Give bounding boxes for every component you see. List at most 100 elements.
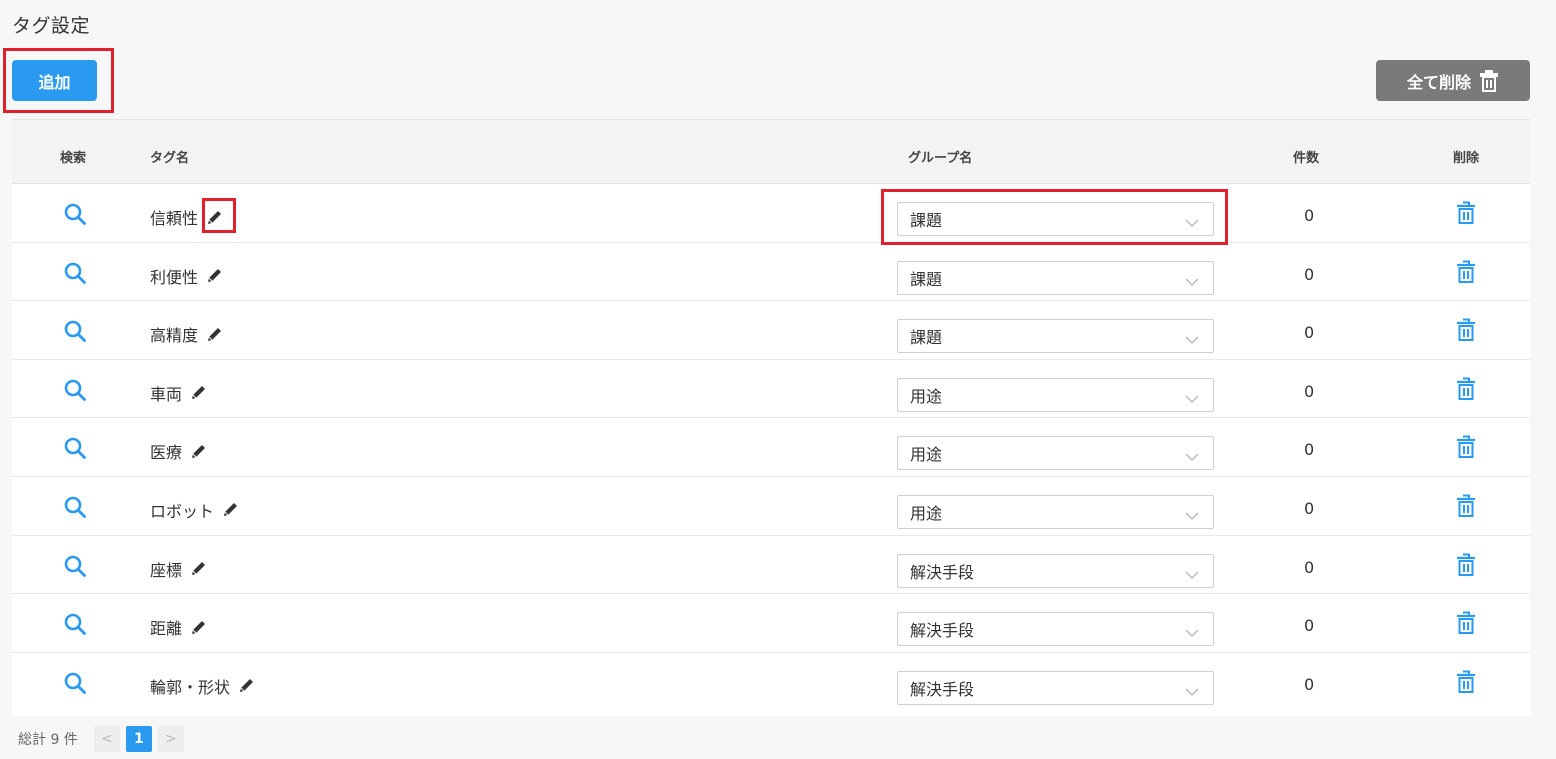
search-icon[interactable] bbox=[63, 202, 87, 226]
tag-count: 0 bbox=[1304, 674, 1315, 694]
table-row: 輪郭・形状 解決手段 0 bbox=[12, 653, 1530, 712]
pencil-icon[interactable] bbox=[190, 384, 207, 401]
search-icon[interactable] bbox=[63, 495, 87, 519]
search-icon[interactable] bbox=[63, 554, 87, 578]
trash-icon[interactable] bbox=[1456, 260, 1476, 284]
group-select-value: 課題 bbox=[910, 328, 943, 348]
tag-name: ロボット bbox=[150, 501, 215, 521]
tag-name-cell: 輪郭・形状 bbox=[150, 674, 255, 698]
search-icon[interactable] bbox=[63, 319, 87, 343]
pencil-icon[interactable] bbox=[190, 560, 207, 577]
next-page-button[interactable]: > bbox=[157, 726, 184, 752]
tag-name: 高精度 bbox=[150, 326, 199, 346]
chevron-down-icon bbox=[1185, 389, 1199, 403]
tag-name-cell: 車両 bbox=[150, 381, 207, 405]
table-body: 信頼性 課題 0 利便性 課題 0 高精度 課題 0 車両 用途 0 医療 用途 0 ロボット 用途 0 座標 解決手… bbox=[12, 184, 1530, 711]
tag-count: 0 bbox=[1304, 440, 1315, 460]
tag-name-cell: 利便性 bbox=[150, 264, 223, 288]
trash-icon[interactable] bbox=[1456, 201, 1476, 225]
group-select[interactable]: 課題 bbox=[897, 260, 1214, 295]
pencil-icon[interactable] bbox=[206, 267, 223, 284]
header-group-name: グループ名 bbox=[908, 151, 973, 166]
table-row: ロボット 用途 0 bbox=[12, 477, 1530, 536]
tag-name: 座標 bbox=[150, 560, 183, 580]
pencil-icon[interactable] bbox=[238, 677, 255, 694]
tag-name: 信頼性 bbox=[150, 209, 199, 228]
group-select-value: 解決手段 bbox=[910, 621, 975, 641]
table-header: 検索 タグ名 グループ名 件数 削除 bbox=[12, 120, 1530, 184]
tag-name-cell: ロボット bbox=[150, 498, 239, 522]
group-select-value: 課題 bbox=[910, 269, 943, 289]
group-select[interactable]: 解決手段 bbox=[897, 612, 1214, 647]
search-icon[interactable] bbox=[63, 612, 87, 636]
trash-icon[interactable] bbox=[1456, 553, 1476, 577]
chevron-down-icon bbox=[1185, 447, 1199, 462]
tag-name: 利便性 bbox=[150, 267, 199, 287]
header-tag-name: タグ名 bbox=[150, 151, 190, 166]
header-search: 検索 bbox=[60, 151, 87, 166]
chevron-down-icon bbox=[1185, 330, 1199, 345]
group-select-value: 用途 bbox=[910, 386, 943, 406]
table-row: 距離 解決手段 0 bbox=[12, 594, 1530, 653]
search-icon[interactable] bbox=[63, 261, 87, 285]
chevron-down-icon bbox=[1185, 565, 1199, 579]
group-select-value: 用途 bbox=[910, 445, 943, 465]
prev-page-button[interactable]: < bbox=[93, 726, 120, 752]
trash-icon[interactable] bbox=[1456, 435, 1476, 459]
search-icon[interactable] bbox=[63, 378, 87, 402]
footer-pagination: 総計 9 件 < 1 > bbox=[18, 726, 184, 752]
table-row: 高精度 課題 0 bbox=[12, 301, 1530, 360]
search-icon[interactable] bbox=[63, 436, 87, 460]
search-icon[interactable] bbox=[63, 671, 87, 695]
group-select[interactable]: 用途 bbox=[897, 494, 1214, 529]
edit-icon-highlight bbox=[202, 198, 236, 233]
table-row: 座標 解決手段 0 bbox=[12, 536, 1530, 595]
tag-count: 0 bbox=[1304, 206, 1315, 225]
chevron-down-icon bbox=[1185, 682, 1199, 696]
add-button[interactable]: 追加 bbox=[12, 60, 97, 101]
chevron-down-icon bbox=[1185, 506, 1199, 521]
tag-table: 検索 タグ名 グループ名 件数 削除 信頼性 課題 0 利便性 課題 0 高精度 課題 0 車両用… bbox=[12, 119, 1530, 716]
group-select[interactable]: 解決手段 bbox=[897, 670, 1214, 705]
table-row: 信頼性 課題 0 bbox=[12, 184, 1530, 243]
tag-count: 0 bbox=[1304, 381, 1315, 401]
tag-count: 0 bbox=[1304, 264, 1315, 284]
pencil-icon[interactable] bbox=[222, 501, 239, 518]
group-select[interactable]: 解決手段 bbox=[897, 553, 1214, 588]
total-count: 総計 9 件 bbox=[18, 732, 78, 748]
trash-icon[interactable] bbox=[1456, 494, 1476, 518]
pencil-icon[interactable] bbox=[190, 443, 207, 460]
group-select-value: 用途 bbox=[910, 503, 943, 523]
tag-name: 車両 bbox=[150, 384, 183, 404]
tag-count: 0 bbox=[1304, 557, 1315, 577]
pencil-icon[interactable] bbox=[206, 326, 223, 343]
trash-icon bbox=[1480, 69, 1498, 92]
table-row: 車両 用途 0 bbox=[12, 360, 1530, 419]
chevron-down-icon bbox=[1185, 272, 1199, 286]
group-select-highlight bbox=[881, 189, 1228, 245]
trash-icon[interactable] bbox=[1456, 377, 1476, 401]
trash-icon[interactable] bbox=[1456, 670, 1476, 694]
tag-name-cell: 高精度 bbox=[150, 322, 223, 346]
delete-all-label: 全て削除 bbox=[1406, 72, 1471, 92]
tag-name: 輪郭・形状 bbox=[150, 677, 231, 697]
table-row: 医療 用途 0 bbox=[12, 418, 1530, 477]
tag-name-cell: 医療 bbox=[150, 439, 207, 463]
trash-icon[interactable] bbox=[1456, 611, 1476, 635]
table-row: 利便性 課題 0 bbox=[12, 243, 1530, 302]
group-select[interactable]: 用途 bbox=[897, 436, 1214, 471]
group-select-value: 解決手段 bbox=[910, 679, 975, 699]
delete-all-button[interactable]: 全て削除 bbox=[1376, 60, 1530, 101]
tag-count: 0 bbox=[1304, 616, 1315, 636]
group-select-value: 解決手段 bbox=[910, 562, 975, 582]
group-select[interactable]: 用途 bbox=[897, 377, 1214, 412]
chevron-down-icon bbox=[1185, 623, 1199, 638]
pencil-icon[interactable] bbox=[190, 619, 207, 636]
tag-name-cell: 座標 bbox=[150, 557, 207, 581]
page-1-button[interactable]: 1 bbox=[125, 726, 152, 752]
header-delete: 削除 bbox=[1453, 151, 1480, 166]
header-count: 件数 bbox=[1293, 151, 1320, 166]
group-select[interactable]: 課題 bbox=[897, 319, 1214, 354]
trash-icon[interactable] bbox=[1456, 318, 1476, 342]
tag-count: 0 bbox=[1304, 498, 1315, 518]
